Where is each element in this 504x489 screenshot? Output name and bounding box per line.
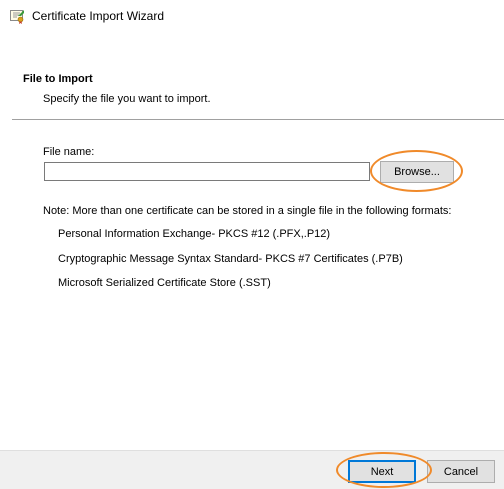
next-button[interactable]: Next bbox=[348, 460, 416, 483]
section-heading: File to Import bbox=[23, 73, 93, 85]
format-item-sst: Microsoft Serialized Certificate Store (… bbox=[58, 277, 271, 289]
file-name-label: File name: bbox=[43, 146, 95, 158]
file-name-input[interactable] bbox=[44, 162, 370, 181]
format-item-pkcs12: Personal Information Exchange- PKCS #12 … bbox=[58, 228, 331, 240]
cancel-button[interactable]: Cancel bbox=[427, 460, 495, 483]
format-item-pkcs7: Cryptographic Message Syntax Standard- P… bbox=[58, 253, 403, 265]
header-divider bbox=[12, 119, 504, 120]
browse-button[interactable]: Browse... bbox=[380, 161, 454, 183]
title-bar: Certificate Import Wizard bbox=[0, 0, 504, 34]
section-description: Specify the file you want to import. bbox=[43, 93, 211, 105]
certificate-icon bbox=[9, 8, 25, 24]
formats-note: Note: More than one certificate can be s… bbox=[43, 205, 452, 217]
window-title: Certificate Import Wizard bbox=[32, 9, 165, 23]
